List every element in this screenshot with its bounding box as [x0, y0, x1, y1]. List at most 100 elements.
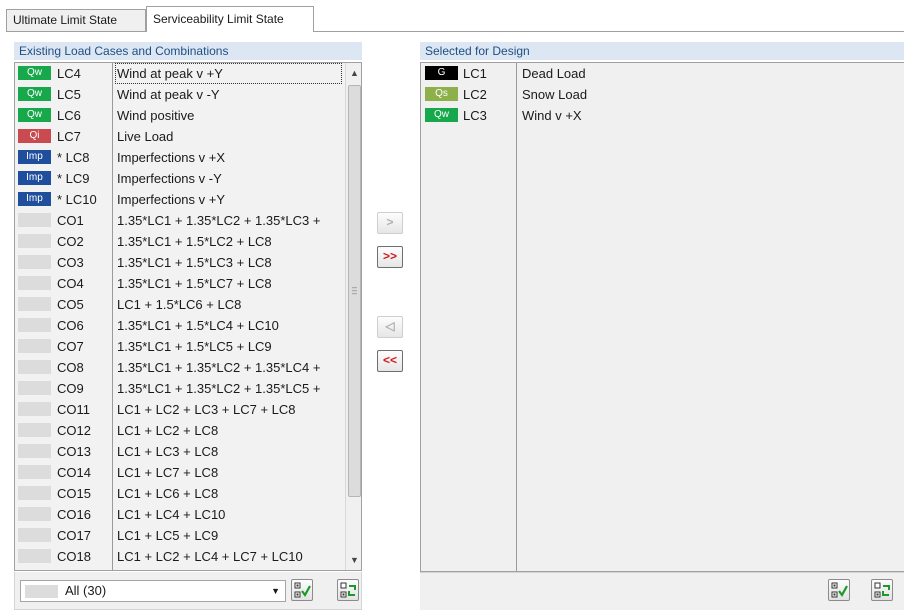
- selected-cases-list[interactable]: G LC1 Dead Load Qs LC2 Snow Load Qw LC3 Wind v +…: [420, 62, 904, 572]
- list-item[interactable]: CO8 1.35*LC1 + 1.35*LC2 + 1.35*LC4 +: [15, 357, 345, 378]
- list-item[interactable]: CO12 LC1 + LC2 + LC8: [15, 420, 345, 441]
- list-item[interactable]: Qs LC2 Snow Load: [421, 84, 904, 105]
- case-id: CO12: [57, 423, 91, 438]
- case-id: CO16: [57, 507, 91, 522]
- load-type-badge: Qw: [18, 108, 51, 122]
- load-type-badge: [18, 360, 51, 374]
- load-type-badge: [18, 444, 51, 458]
- case-id: CO15: [57, 486, 91, 501]
- select-all-button[interactable]: [291, 579, 313, 601]
- selected-for-design-header: Selected for Design: [420, 42, 904, 60]
- remove-selected-button[interactable]: ◁: [377, 316, 403, 338]
- case-id: CO5: [57, 297, 84, 312]
- load-type-badge: [18, 507, 51, 521]
- case-description: 1.35*LC1 + 1.35*LC2 + 1.35*LC4 +: [117, 360, 321, 375]
- load-type-badge: Imp: [18, 192, 51, 206]
- case-description: 1.35*LC1 + 1.5*LC3 + LC8: [117, 255, 272, 270]
- load-type-badge: Qi: [18, 129, 51, 143]
- load-type-badge: [18, 318, 51, 332]
- load-type-badge: [18, 234, 51, 248]
- list-item[interactable]: CO15 LC1 + LC6 + LC8: [15, 483, 345, 504]
- case-description: LC1 + LC7 + LC8: [117, 465, 219, 480]
- load-type-badge: [18, 276, 51, 290]
- case-description: Wind at peak v +Y: [115, 63, 342, 84]
- list-item[interactable]: CO2 1.35*LC1 + 1.5*LC2 + LC8: [15, 231, 345, 252]
- case-id: CO1: [57, 213, 84, 228]
- load-type-badge: G: [425, 66, 458, 80]
- case-id: CO7: [57, 339, 84, 354]
- list-item[interactable]: CO14 LC1 + LC7 + LC8: [15, 462, 345, 483]
- list-item[interactable]: CO13 LC1 + LC3 + LC8: [15, 441, 345, 462]
- case-description: 1.35*LC1 + 1.35*LC2 + 1.35*LC5 +: [117, 381, 321, 396]
- invert-selection-button-right[interactable]: [871, 579, 893, 601]
- invert-selection-button[interactable]: [337, 579, 359, 601]
- case-id: * LC10: [57, 192, 97, 207]
- case-description: Live Load: [117, 129, 174, 144]
- tab-serviceability-limit-state[interactable]: Serviceability Limit State: [146, 6, 314, 32]
- load-type-badge: [18, 213, 51, 227]
- list-item[interactable]: CO1 1.35*LC1 + 1.35*LC2 + 1.35*LC3 +: [15, 210, 345, 231]
- case-id: * LC9: [57, 171, 90, 186]
- list-item[interactable]: CO6 1.35*LC1 + 1.5*LC4 + LC10: [15, 315, 345, 336]
- case-id: LC5: [57, 87, 81, 102]
- list-item[interactable]: Qw LC4 Wind at peak v +Y: [15, 63, 345, 84]
- add-all-button[interactable]: >>: [377, 246, 403, 268]
- case-description: 1.35*LC1 + 1.5*LC7 + LC8: [117, 276, 272, 291]
- case-id: LC1: [463, 66, 487, 81]
- case-description: LC1 + LC2 + LC3 + LC7 + LC8: [117, 402, 296, 417]
- add-selected-button[interactable]: >: [377, 212, 403, 234]
- list-item[interactable]: CO7 1.35*LC1 + 1.5*LC5 + LC9: [15, 336, 345, 357]
- list-item[interactable]: CO4 1.35*LC1 + 1.5*LC7 + LC8: [15, 273, 345, 294]
- tab-ultimate-limit-state[interactable]: Ultimate Limit State: [6, 9, 146, 32]
- list-item[interactable]: G LC1 Dead Load: [421, 63, 904, 84]
- list-item[interactable]: CO18 LC1 + LC2 + LC4 + LC7 + LC10: [15, 546, 345, 567]
- list-item[interactable]: Qw LC6 Wind positive: [15, 105, 345, 126]
- case-id: CO9: [57, 381, 84, 396]
- case-description: Imperfections v +X: [117, 150, 226, 165]
- existing-cases-list[interactable]: ▲ – – – ▼ Qw LC4 Wind at peak v +Y Qw LC5 Wind …: [14, 62, 362, 571]
- list-item[interactable]: Qw LC3 Wind v +X: [421, 105, 904, 126]
- list-item[interactable]: CO9 1.35*LC1 + 1.35*LC2 + 1.35*LC5 +: [15, 378, 345, 399]
- load-type-badge: [18, 297, 51, 311]
- select-all-button-right[interactable]: [828, 579, 850, 601]
- case-id: CO17: [57, 528, 91, 543]
- case-description: LC1 + LC3 + LC8: [117, 444, 219, 459]
- list-item[interactable]: CO5 LC1 + 1.5*LC6 + LC8: [15, 294, 345, 315]
- scroll-down-arrow-icon[interactable]: ▼: [346, 552, 361, 569]
- list-item[interactable]: Qw LC5 Wind at peak v -Y: [15, 84, 345, 105]
- case-description: LC1 + LC4 + LC10: [117, 507, 226, 522]
- case-id: CO2: [57, 234, 84, 249]
- case-description: 1.35*LC1 + 1.5*LC2 + LC8: [117, 234, 272, 249]
- load-type-badge: [18, 381, 51, 395]
- case-description: Snow Load: [522, 87, 588, 102]
- case-id: CO4: [57, 276, 84, 291]
- load-type-badge: [18, 255, 51, 269]
- list-item[interactable]: Imp * LC10 Imperfections v +Y: [15, 189, 345, 210]
- list-item[interactable]: Imp * LC8 Imperfections v +X: [15, 147, 345, 168]
- list-item[interactable]: CO3 1.35*LC1 + 1.5*LC3 + LC8: [15, 252, 345, 273]
- selected-cases-footer: [420, 572, 904, 610]
- case-id: LC7: [57, 129, 81, 144]
- case-id: CO13: [57, 444, 91, 459]
- case-description: LC1 + LC2 + LC8: [117, 423, 219, 438]
- scrollbar-thumb[interactable]: – – –: [348, 85, 361, 497]
- grip-icon: – – –: [352, 282, 358, 298]
- case-description: LC1 + LC2 + LC4 + LC7 + LC10: [117, 549, 303, 564]
- list-item[interactable]: CO17 LC1 + LC5 + LC9: [15, 525, 345, 546]
- checklist-swap-icon: [340, 582, 356, 598]
- filter-value: All (30): [65, 583, 107, 598]
- case-id: CO3: [57, 255, 84, 270]
- case-id: CO8: [57, 360, 84, 375]
- case-description: LC1 + 1.5*LC6 + LC8: [117, 297, 242, 312]
- list-item[interactable]: CO11 LC1 + LC2 + LC3 + LC7 + LC8: [15, 399, 345, 420]
- list-item[interactable]: CO16 LC1 + LC4 + LC10: [15, 504, 345, 525]
- list-item[interactable]: Qi LC7 Live Load: [15, 126, 345, 147]
- case-id: CO6: [57, 318, 84, 333]
- list-item[interactable]: Imp * LC9 Imperfections v -Y: [15, 168, 345, 189]
- scroll-up-arrow-icon[interactable]: ▲: [346, 65, 361, 82]
- load-type-badge: Qs: [425, 87, 458, 101]
- vertical-scrollbar[interactable]: ▲ – – – ▼: [345, 63, 361, 570]
- filter-dropdown[interactable]: All (30) ▼: [20, 580, 286, 602]
- load-type-badge: [18, 402, 51, 416]
- remove-all-button[interactable]: <<: [377, 350, 403, 372]
